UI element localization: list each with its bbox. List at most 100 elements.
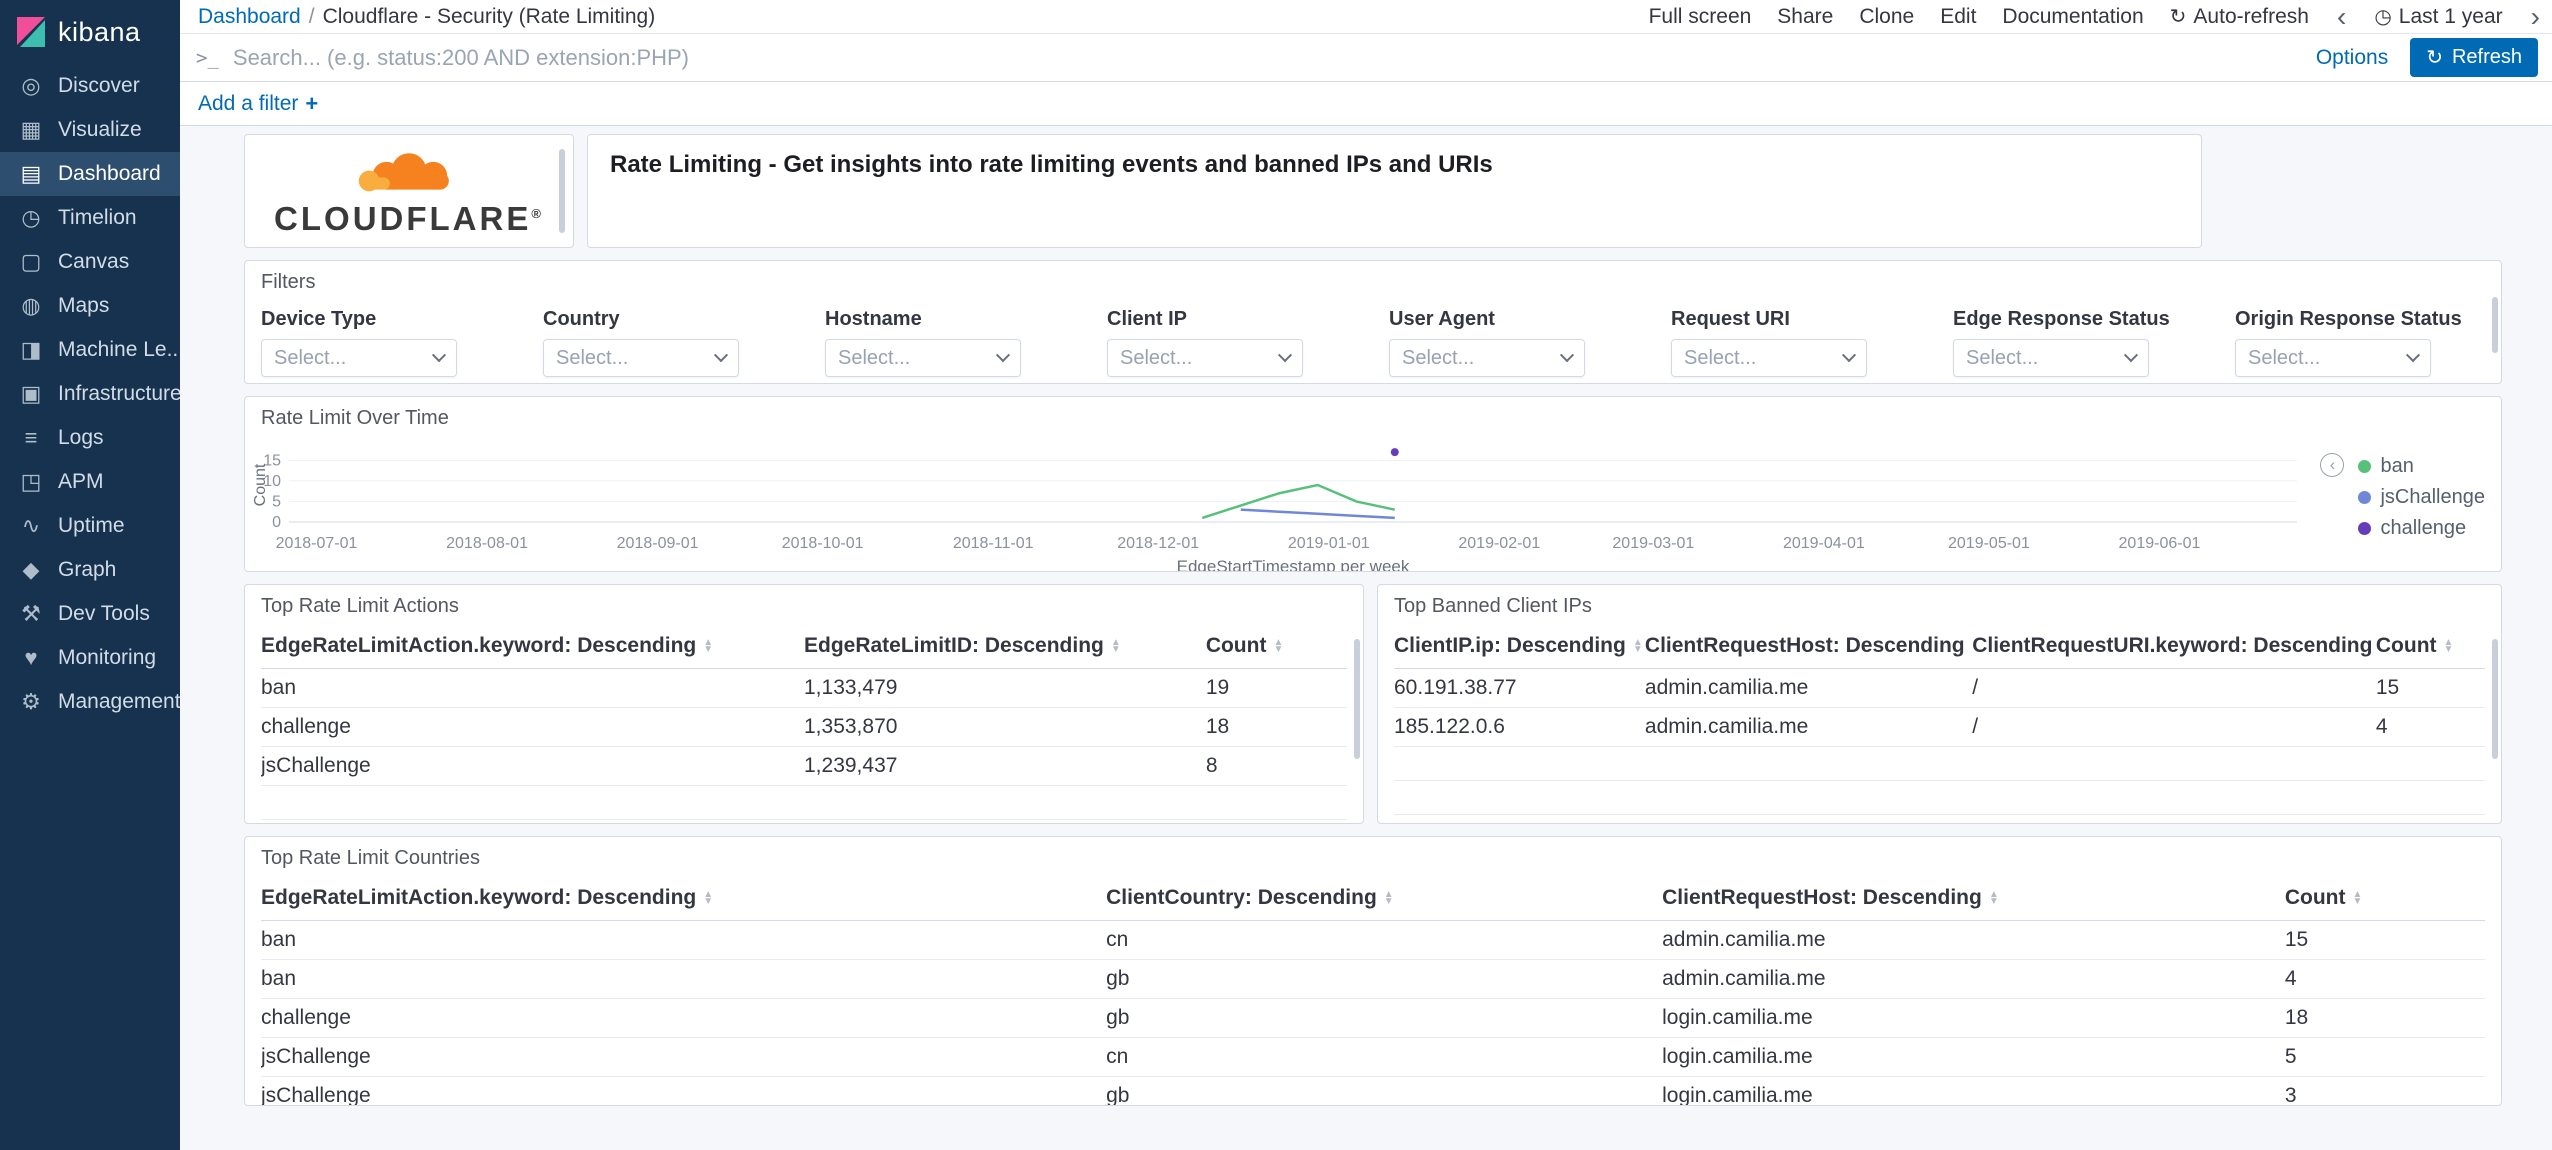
sidebar-item-apm[interactable]: ◳ APM: [0, 460, 180, 504]
column-header[interactable]: Count ▲ ▼: [1205, 624, 1347, 669]
sort-icon[interactable]: ▲▼: [1273, 638, 1283, 655]
column-header[interactable]: EdgeRateLimitAction.keyword: Descending ▲…: [261, 876, 1107, 921]
sidebar-item-dev-tools[interactable]: ⚒ Dev Tools: [0, 592, 180, 636]
documentation-link[interactable]: Documentation: [2002, 5, 2143, 29]
sidebar-item-infrastructure[interactable]: ▣ Infrastructure: [0, 372, 180, 416]
sidebar-item-label: Dev Tools: [58, 602, 150, 625]
legend-item-jschallenge[interactable]: jsChallenge: [2358, 486, 2485, 509]
sidebar-item-label: Visualize: [58, 118, 142, 141]
edit-button[interactable]: Edit: [1940, 5, 1976, 29]
dashboard-row-4: Top Rate Limit Actions EdgeRateLimitActi…: [244, 584, 2502, 824]
sidebar-item-maps[interactable]: ◍ Maps: [0, 284, 180, 328]
column-header[interactable]: EdgeRateLimitAction.keyword: Descending ▲…: [261, 624, 804, 669]
panel-title: Filters: [261, 271, 316, 293]
table-cell: jsChallenge: [261, 1037, 1107, 1077]
sort-icon[interactable]: ▲▼: [1384, 890, 1394, 907]
sidebar-item-label: Graph: [58, 558, 117, 581]
sidebar-item-canvas[interactable]: ▢ Canvas: [0, 240, 180, 284]
sidebar-item-dashboard[interactable]: ▤ Dashboard: [0, 152, 180, 196]
sidebar-item-discover[interactable]: ◎ Discover: [0, 64, 180, 108]
sidebar-item-graph[interactable]: ◆ Graph: [0, 548, 180, 592]
search-input[interactable]: [232, 44, 2304, 71]
sidebar-item-management[interactable]: ⚙ Management: [0, 680, 180, 724]
column-header[interactable]: ClientRequestHost: Descending▲▼: [1644, 624, 1973, 669]
breadcrumb-dashboard-link[interactable]: Dashboard: [198, 5, 301, 29]
auto-refresh-button[interactable]: ↻ Auto-refresh: [2170, 4, 2309, 29]
edge-response-status-select[interactable]: Select...: [1953, 339, 2149, 377]
scrollbar[interactable]: [2492, 297, 2498, 353]
table-cell: 5: [2284, 1037, 2485, 1077]
options-link[interactable]: Options: [2316, 46, 2388, 70]
filter-bar: Add a filter +: [180, 82, 2552, 126]
refresh-button[interactable]: ↻ Refresh: [2410, 38, 2538, 77]
column-header[interactable]: ClientRequestHost: Descending▲▼: [1662, 876, 2285, 921]
user-agent-select[interactable]: Select...: [1389, 339, 1585, 377]
column-header[interactable]: Count ▲ ▼: [2375, 624, 2485, 669]
dashboard-action-menu: Full screen Share Clone Edit Documentati…: [1649, 2, 2542, 31]
sort-icon[interactable]: ▲▼: [2352, 890, 2362, 907]
add-filter-link[interactable]: Add a filter +: [198, 91, 318, 117]
scrollbar[interactable]: [559, 149, 565, 233]
top-rate-limit-actions-panel: Top Rate Limit Actions EdgeRateLimitActi…: [244, 584, 1364, 824]
sidebar-item-timelion[interactable]: ◷ Timelion: [0, 196, 180, 240]
table-cell: 8: [1205, 746, 1347, 786]
table-cell: 18: [1205, 707, 1347, 747]
kibana-logo-icon: [17, 17, 45, 47]
clone-button[interactable]: Clone: [1859, 5, 1914, 29]
sidebar-nav: ◎ Discover ▦ Visualize ▤ Dashboard ◷ Tim…: [0, 64, 180, 724]
sidebar-item-uptime[interactable]: ∿ Uptime: [0, 504, 180, 548]
table-cell: cn: [1106, 1037, 1663, 1077]
hostname-select[interactable]: Select...: [825, 339, 1021, 377]
column-header[interactable]: EdgeRateLimitID: Descending ▲ ▼: [804, 624, 1206, 669]
dashboard-description: Rate Limiting - Get insights into rate l…: [610, 151, 1493, 178]
column-header[interactable]: ClientRequestURI.keyword: Descending▲▼: [1972, 624, 2376, 669]
sidebar-item-logs[interactable]: ≡ Logs: [0, 416, 180, 460]
time-range-picker[interactable]: ◷ Last 1 year: [2374, 4, 2502, 29]
request-uri-select[interactable]: Select...: [1671, 339, 1867, 377]
filter-field-origin-response-status: Origin Response Status Select...: [2235, 308, 2462, 377]
sidebar-item-visualize[interactable]: ▦ Visualize: [0, 108, 180, 152]
filter-field-country: Country Select...: [543, 308, 739, 377]
main-column: Dashboard / Cloudflare - Security (Rate …: [180, 0, 2552, 1150]
scrollbar[interactable]: [2492, 639, 2498, 759]
sort-icon[interactable]: ▲▼: [1111, 638, 1121, 655]
sort-icon[interactable]: ▲▼: [703, 638, 713, 655]
rate-limit-actions-table: EdgeRateLimitAction.keyword: Descending ▲…: [261, 624, 1347, 823]
sort-icon[interactable]: ▲▼: [703, 890, 713, 907]
logs-icon: ≡: [24, 425, 38, 450]
rate-limit-chart[interactable]: 0 5 10 15 2018-07-01 2018-08-01 2018-09-01 2018…: [253, 436, 2501, 571]
cloudflare-cloud-icon: [358, 152, 449, 191]
origin-response-status-select[interactable]: Select...: [2235, 339, 2431, 377]
country-select[interactable]: Select...: [543, 339, 739, 377]
filter-label: Hostname: [825, 308, 922, 330]
kibana-home-link[interactable]: kibana: [0, 0, 180, 64]
sort-icon[interactable]: ▲▼: [1633, 638, 1643, 655]
column-header[interactable]: Count ▲ ▼: [2284, 876, 2485, 921]
device-type-select[interactable]: Select...: [261, 339, 457, 377]
column-header[interactable]: ClientCountry: Descending ▲ ▼: [1106, 876, 1663, 921]
sort-icon[interactable]: ▲▼: [2444, 638, 2454, 655]
column-header[interactable]: ClientIP.ip: Descending ▲ ▼: [1394, 624, 1645, 669]
table-row: 185.122.0.6 admin.camilia.me/4: [1394, 707, 2485, 747]
sidebar-item-label: Infrastructure: [58, 382, 180, 405]
table-cell: 19: [1205, 668, 1347, 708]
table-cell: 3: [2284, 1076, 2485, 1105]
share-button[interactable]: Share: [1777, 5, 1833, 29]
chevron-down-icon: [1277, 348, 1293, 363]
table-cell: 18: [2284, 998, 2485, 1038]
sidebar-item-label: Management: [58, 690, 180, 713]
table-row: ban cn admin.camilia.me 15: [261, 920, 2485, 960]
filter-field-edge-response-status: Edge Response Status Select...: [1953, 308, 2170, 377]
full-screen-button[interactable]: Full screen: [1649, 5, 1752, 29]
uptime-heartbeat-icon: ∿: [21, 513, 41, 538]
scrollbar[interactable]: [1354, 639, 1360, 759]
sidebar-item-machine-learning[interactable]: ◨ Machine Le...: [0, 328, 180, 372]
legend-item-challenge[interactable]: challenge: [2358, 517, 2485, 540]
legend-item-ban[interactable]: ban: [2358, 455, 2485, 478]
empty-table-row: [1394, 780, 2485, 815]
time-back-button[interactable]: ‹: [2335, 2, 2348, 31]
client-ip-select[interactable]: Select...: [1107, 339, 1303, 377]
sidebar-item-monitoring[interactable]: ♥ Monitoring: [0, 636, 180, 680]
time-forward-button[interactable]: ›: [2529, 2, 2542, 31]
sort-icon[interactable]: ▲▼: [1989, 890, 1999, 907]
